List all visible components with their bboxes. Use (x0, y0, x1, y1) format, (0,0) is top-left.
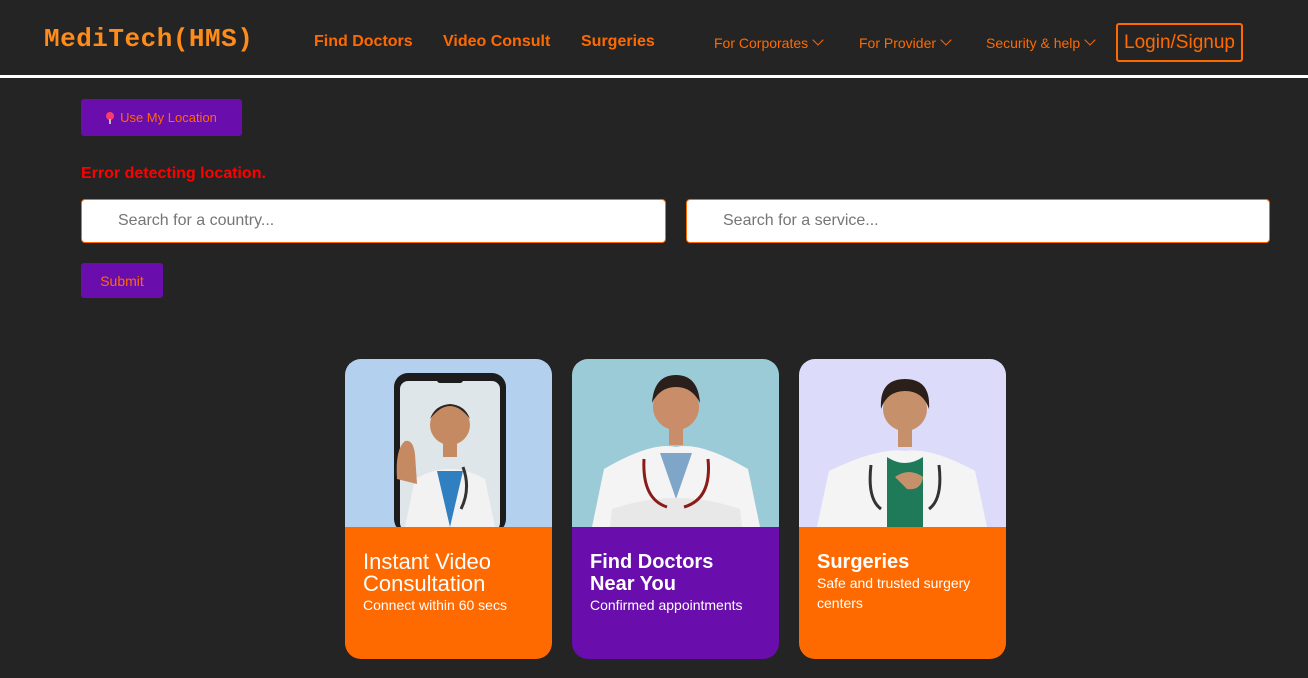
card-video-consultation[interactable]: Instant Video Consultation Connect withi… (345, 359, 552, 659)
brand-logo[interactable]: MediTech(HMS) (44, 24, 253, 54)
card-title: Find Doctors Near You (590, 551, 714, 595)
dropdown-security-help[interactable]: Security & help (986, 34, 1096, 51)
chevron-down-icon (940, 34, 952, 46)
nav-find-doctors[interactable]: Find Doctors (314, 33, 413, 51)
location-error-message: Error detecting location. (81, 165, 266, 182)
card-title: Instant Video Consultation (363, 549, 492, 596)
card-title: Surgeries (817, 551, 910, 573)
card-find-doctors[interactable]: Find Doctors Near You Confirmed appointm… (572, 359, 779, 659)
chevron-down-icon (812, 34, 824, 46)
card-subtitle: Connect within 60 secs (363, 597, 507, 613)
dropdown-label: For Provider (859, 35, 937, 51)
dropdown-label: Security & help (986, 35, 1081, 51)
dropdown-for-provider[interactable]: For Provider (859, 34, 952, 51)
pin-icon (106, 111, 115, 124)
use-my-location-label: Use My Location (120, 110, 217, 125)
doctor-video-call-image (345, 359, 552, 527)
nav-surgeries[interactable]: Surgeries (581, 33, 655, 51)
chevron-down-icon (1084, 34, 1096, 46)
card-body: Find Doctors Near You Confirmed appointm… (572, 527, 779, 659)
card-surgeries[interactable]: Surgeries Safe and trusted surgery cente… (799, 359, 1006, 659)
card-subtitle: Safe and trusted surgery centers (817, 575, 971, 611)
submit-button[interactable]: Submit (81, 263, 163, 298)
country-search-input[interactable] (81, 199, 666, 243)
dropdown-for-corporates[interactable]: For Corporates (714, 34, 824, 51)
surgeon-portrait-image (799, 359, 1006, 527)
dropdown-label: For Corporates (714, 35, 809, 51)
card-subtitle: Confirmed appointments (590, 597, 743, 613)
nav-video-consult[interactable]: Video Consult (443, 33, 550, 51)
use-my-location-button[interactable]: Use My Location (81, 99, 242, 136)
navbar: MediTech(HMS) Find Doctors Video Consult… (0, 0, 1308, 78)
doctor-portrait-image (572, 359, 779, 527)
login-signup-button[interactable]: Login/Signup (1116, 23, 1243, 62)
card-body: Instant Video Consultation Connect withi… (345, 527, 552, 659)
card-body: Surgeries Safe and trusted surgery cente… (799, 527, 1006, 659)
service-search-input[interactable] (686, 199, 1270, 243)
